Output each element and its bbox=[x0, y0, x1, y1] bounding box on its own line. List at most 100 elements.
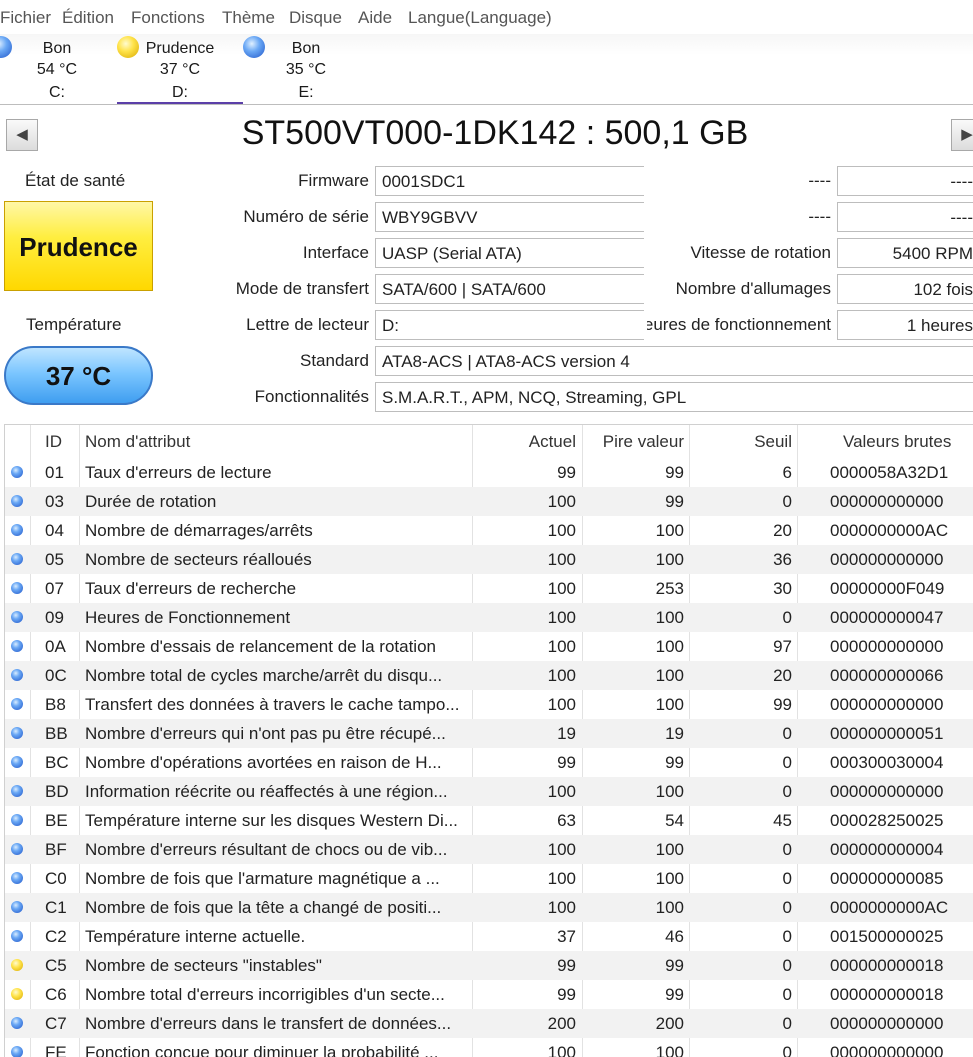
temperature-button[interactable]: 37 °C bbox=[4, 346, 153, 405]
cell-id: BD bbox=[45, 782, 69, 801]
cell-name: Taux d'erreurs de lecture bbox=[85, 463, 272, 482]
disk-letter: D: bbox=[172, 84, 188, 101]
cell-threshold: 20 bbox=[773, 666, 792, 685]
cell-worst: 100 bbox=[655, 608, 684, 627]
cell-worst: 100 bbox=[655, 840, 684, 859]
firmware-field: 0001SDC1 bbox=[375, 166, 644, 196]
table-row[interactable]: 09 Heures de Fonctionnement 100 100 0 0000000… bbox=[5, 603, 973, 632]
table-row[interactable]: BE Température interne sur les disques We… bbox=[5, 806, 973, 835]
cell-id: B8 bbox=[45, 695, 66, 714]
table-row[interactable]: 0C Nombre total de cycles marche/arrêt du… bbox=[5, 661, 973, 690]
cell-raw: 000000000018 bbox=[830, 956, 944, 975]
table-row[interactable]: BD Information réécrite ou réaffectés à u… bbox=[5, 777, 973, 806]
col-name[interactable]: Nom d'attribut bbox=[85, 432, 190, 452]
table-row[interactable]: B8 Transfert des données à travers le cac… bbox=[5, 690, 973, 719]
table-row[interactable]: FE Fonction conçue pour diminuer la proba… bbox=[5, 1038, 973, 1057]
right-field-1: ---- bbox=[837, 166, 973, 196]
cell-worst: 100 bbox=[655, 869, 684, 888]
cell-threshold: 0 bbox=[782, 782, 792, 801]
cell-raw: 000000000085 bbox=[830, 869, 944, 888]
disk-tab-e[interactable]: Bon 35 °C E: bbox=[243, 36, 366, 104]
cell-raw: 000000000047 bbox=[830, 608, 944, 627]
table-row[interactable]: BB Nombre d'erreurs qui n'ont pas pu être… bbox=[5, 719, 973, 748]
cell-id: C1 bbox=[45, 898, 67, 917]
cell-threshold: 0 bbox=[782, 927, 792, 946]
right-label-1: ---- bbox=[808, 171, 831, 190]
col-current[interactable]: Actuel bbox=[472, 432, 576, 452]
table-row[interactable]: BF Nombre d'erreurs résultant de chocs ou… bbox=[5, 835, 973, 864]
col-raw[interactable]: Valeurs brutes bbox=[843, 432, 951, 452]
standard-field: ATA8-ACS | ATA8-ACS version 4 bbox=[375, 346, 973, 376]
table-row[interactable]: 03 Durée de rotation 100 99 0 000000000000 bbox=[5, 487, 973, 516]
menu-fichier[interactable]: Fichier bbox=[0, 8, 51, 28]
cell-name: Durée de rotation bbox=[85, 492, 217, 511]
status-good-icon bbox=[11, 785, 23, 797]
menu-edition[interactable]: Édition bbox=[62, 8, 114, 28]
cell-id: FE bbox=[45, 1043, 67, 1057]
cell-raw: 000000000066 bbox=[830, 666, 944, 685]
disk-status: Prudence bbox=[145, 40, 215, 57]
disk-tab-c[interactable]: Bon 54 °C C: bbox=[0, 36, 120, 104]
table-row[interactable]: C0 Nombre de fois que l'armature magnétiq… bbox=[5, 864, 973, 893]
cell-name: Nombre d'erreurs qui n'ont pas pu être r… bbox=[85, 724, 446, 743]
table-row[interactable]: 05 Nombre de secteurs réalloués 100 100 36 00… bbox=[5, 545, 973, 574]
table-row[interactable]: C1 Nombre de fois que la tête a changé de… bbox=[5, 893, 973, 922]
cell-name: Nombre de secteurs réalloués bbox=[85, 550, 312, 569]
table-row[interactable]: 0A Nombre d'essais de relancement de la r… bbox=[5, 632, 973, 661]
cell-current: 100 bbox=[547, 666, 576, 685]
table-row[interactable]: 04 Nombre de démarrages/arrêts 100 100 20 000… bbox=[5, 516, 973, 545]
col-id[interactable]: ID bbox=[45, 432, 62, 452]
cell-name: Nombre d'opérations avortées en raison d… bbox=[85, 753, 442, 772]
cell-raw: 00000000F049 bbox=[830, 579, 945, 598]
cell-current: 99 bbox=[557, 753, 576, 772]
cell-threshold: 0 bbox=[782, 869, 792, 888]
cell-id: BF bbox=[45, 840, 67, 859]
table-row[interactable]: C6 Nombre total d'erreurs incorrigibles d… bbox=[5, 980, 973, 1009]
cell-raw: 000000000000 bbox=[830, 1043, 944, 1057]
cell-id: 05 bbox=[45, 550, 64, 569]
next-disk-button[interactable]: ▶ bbox=[951, 119, 973, 151]
cell-name: Température interne sur les disques West… bbox=[85, 811, 458, 830]
arrow-right-icon: ▶ bbox=[961, 126, 973, 143]
disk-tab-d[interactable]: Prudence 37 °C D: bbox=[117, 36, 240, 104]
disk-temp: 37 °C bbox=[159, 61, 201, 78]
table-row[interactable]: 01 Taux d'erreurs de lecture 99 99 6 0000058A… bbox=[5, 458, 973, 487]
menu-theme[interactable]: Thème bbox=[222, 8, 275, 28]
cell-worst: 100 bbox=[655, 1043, 684, 1057]
cell-threshold: 99 bbox=[773, 695, 792, 714]
cell-id: 0C bbox=[45, 666, 67, 685]
cell-threshold: 0 bbox=[782, 1043, 792, 1057]
cell-current: 100 bbox=[547, 782, 576, 801]
cell-worst: 99 bbox=[665, 753, 684, 772]
cell-raw: 000000000004 bbox=[830, 840, 944, 859]
menu-aide[interactable]: Aide bbox=[358, 8, 392, 28]
table-row[interactable]: BC Nombre d'opérations avortées en raison… bbox=[5, 748, 973, 777]
cell-worst: 46 bbox=[665, 927, 684, 946]
cell-worst: 253 bbox=[655, 579, 684, 598]
cell-id: 03 bbox=[45, 492, 64, 511]
drive-letter-field: D: bbox=[375, 310, 644, 340]
table-row[interactable]: C5 Nombre de secteurs "instables" 99 99 0 000… bbox=[5, 951, 973, 980]
cell-name: Nombre de fois que l'armature magnétique… bbox=[85, 869, 440, 888]
cell-threshold: 0 bbox=[782, 753, 792, 772]
menu-fonctions[interactable]: Fonctions bbox=[131, 8, 205, 28]
cell-threshold: 20 bbox=[773, 521, 792, 540]
col-worst[interactable]: Pire valeur bbox=[582, 432, 684, 452]
cell-current: 99 bbox=[557, 463, 576, 482]
cell-name: Nombre d'essais de relancement de la rot… bbox=[85, 637, 436, 656]
table-row[interactable]: C2 Température interne actuelle. 37 46 0 0015… bbox=[5, 922, 973, 951]
cell-name: Nombre de fois que la tête a changé de p… bbox=[85, 898, 442, 917]
cell-name: Nombre d'erreurs dans le transfert de do… bbox=[85, 1014, 452, 1033]
table-row[interactable]: 07 Taux d'erreurs de recherche 100 253 30 000… bbox=[5, 574, 973, 603]
cell-worst: 100 bbox=[655, 695, 684, 714]
cell-current: 100 bbox=[547, 521, 576, 540]
menu-langue[interactable]: Langue(Language) bbox=[408, 8, 552, 28]
health-status-button[interactable]: Prudence bbox=[4, 201, 153, 291]
table-row[interactable]: C7 Nombre d'erreurs dans le transfert de … bbox=[5, 1009, 973, 1038]
cell-raw: 000000000018 bbox=[830, 985, 944, 1004]
menu-disque[interactable]: Disque bbox=[289, 8, 342, 28]
health-label: État de santé bbox=[25, 171, 126, 190]
disk-temp: 35 °C bbox=[285, 61, 327, 78]
cell-id: C0 bbox=[45, 869, 67, 888]
col-threshold[interactable]: Seuil bbox=[689, 432, 792, 452]
